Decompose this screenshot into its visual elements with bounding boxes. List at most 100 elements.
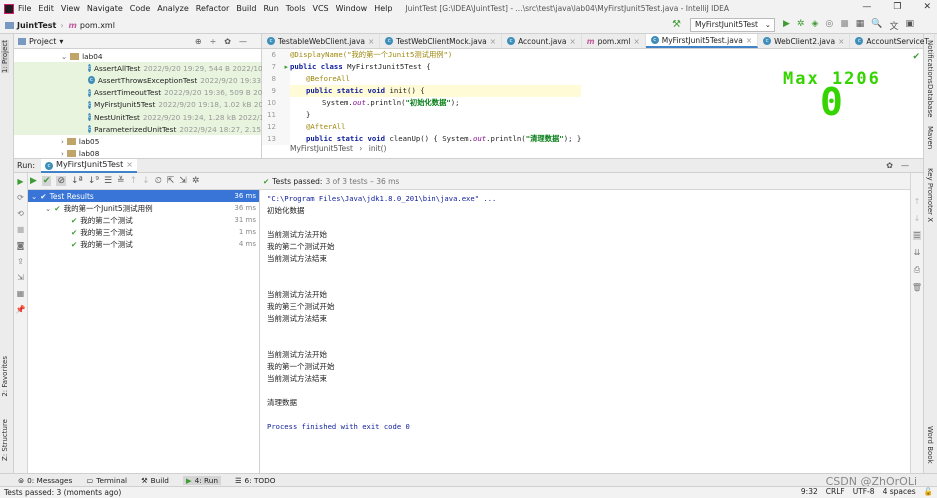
close-icon[interactable]: ✕ xyxy=(923,2,931,12)
sort-alpha-icon[interactable]: ↓ª xyxy=(71,176,83,186)
chevron-down-icon[interactable]: ⌄ xyxy=(31,192,37,201)
tool-tab-project[interactable]: 1: Project xyxy=(1,40,9,73)
inspection-ok-icon[interactable]: ✔ xyxy=(912,52,920,62)
lock-icon[interactable]: 🔓 xyxy=(924,487,933,496)
tool-tab-key-promoter[interactable]: Key Promoter X xyxy=(926,168,934,222)
chevron-right-icon[interactable]: › xyxy=(61,149,64,158)
run-configuration-select[interactable]: MyFirstJunit5Test ⌄ xyxy=(690,18,775,32)
close-icon[interactable]: × xyxy=(633,37,639,46)
tree-file-assertall[interactable]: c AssertAllTest 2022/9/20 19:29, 544 B 2… xyxy=(14,62,263,75)
coverage-icon[interactable]: ◈ xyxy=(811,19,818,32)
project-panel-actions[interactable]: ⊕÷✿— xyxy=(195,37,255,46)
test-result-suite[interactable]: ⌄ ✔ 我的第一个Junit5测试用例 36 ms xyxy=(28,202,259,214)
close-icon[interactable]: × xyxy=(838,37,844,46)
test-result-item[interactable]: ✔ 我的第三个测试 1 ms xyxy=(28,226,259,238)
breadcrumb-file[interactable]: m pom.xml xyxy=(69,21,115,30)
test-result-item[interactable]: ✔ 我的第二个测试 31 ms xyxy=(28,214,259,226)
soft-wrap-icon[interactable]: ☰ xyxy=(913,231,921,240)
run-panel-actions[interactable]: ✿— xyxy=(886,161,917,170)
stop-icon[interactable]: ■ xyxy=(840,19,849,32)
tree-file-nestunit[interactable]: c NestUnitTest 2022/9/20 19:24, 1.28 kB … xyxy=(14,110,304,124)
tree-folder-lab04[interactable]: ⌄ lab04 xyxy=(14,50,261,62)
menu-vcs[interactable]: VCS xyxy=(313,4,329,13)
export-icon[interactable]: ⇪ xyxy=(17,257,24,266)
tab-accountservicet[interactable]: c AccountServiceT xyxy=(850,34,935,48)
restore-icon[interactable]: ❐ xyxy=(893,2,901,12)
line-separator[interactable]: CRLF xyxy=(826,487,845,496)
tree-file-parameterized[interactable]: c ParameterizedUnitTest 2022/9/24 18:27,… xyxy=(14,123,261,136)
project-view-select[interactable]: Project xyxy=(29,37,56,46)
chevron-right-icon[interactable]: › xyxy=(61,137,64,146)
tab-testwebclientmock[interactable]: c TestWebClientMock.java × xyxy=(380,34,503,48)
search-everywhere-icon[interactable]: 🔍 xyxy=(871,19,882,32)
tool-tab-maven[interactable]: Maven xyxy=(926,126,934,149)
caret-position[interactable]: 9:32 xyxy=(801,487,818,496)
menu-edit[interactable]: Edit xyxy=(38,4,54,13)
show-ignored-icon[interactable]: ⊘ xyxy=(56,176,67,186)
next-test-icon[interactable]: ↓ xyxy=(142,176,150,186)
arrow-down-icon[interactable]: ↓ xyxy=(914,214,921,223)
test-result-root[interactable]: ⌄ ✔ Test Results 36 ms xyxy=(28,190,259,202)
settings-icon[interactable]: ✲ xyxy=(192,176,200,186)
expand-all-icon[interactable]: ☰ xyxy=(104,176,112,186)
tool-tab-word-book[interactable]: Word Book xyxy=(926,426,934,464)
toggle-autotest-icon[interactable]: ⟲ xyxy=(17,209,24,218)
stop-icon[interactable]: ■ xyxy=(17,225,25,234)
screenshot-icon[interactable]: ◙ xyxy=(17,241,25,250)
tool-tab-messages[interactable]: ⊜ 0: Messages xyxy=(18,476,72,485)
close-icon[interactable]: × xyxy=(746,36,752,45)
status-message[interactable]: Tests passed: 3 (moments ago) xyxy=(4,488,121,497)
minimize-icon[interactable]: — xyxy=(862,2,871,12)
indent-setting[interactable]: 4 spaces xyxy=(883,487,916,496)
show-passed-icon[interactable]: ✔ xyxy=(41,176,52,186)
menu-help[interactable]: Help xyxy=(374,4,392,13)
tab-account[interactable]: c Account.java × xyxy=(502,34,582,48)
tool-tab-database[interactable]: Database xyxy=(926,84,934,117)
tree-folder-lab05[interactable]: › lab05 xyxy=(14,135,261,147)
trash-icon[interactable]: 🗑 xyxy=(912,283,922,292)
close-icon[interactable]: × xyxy=(490,37,496,46)
tool-tab-run[interactable]: ▶ 4: Run xyxy=(182,475,221,485)
import-results-icon[interactable]: ⇲ xyxy=(179,176,187,186)
test-result-item[interactable]: ✔ 我的第一个测试 4 ms xyxy=(28,238,259,250)
close-icon[interactable]: × xyxy=(368,37,374,46)
run-tab-myfirstjunit5test[interactable]: c MyFirstJunit5Test × xyxy=(41,158,137,173)
previous-test-icon[interactable]: ↑ xyxy=(130,176,138,186)
menu-refactor[interactable]: Refactor xyxy=(196,4,230,13)
tab-testablewebclient[interactable]: c TestableWebClient.java × xyxy=(262,34,381,48)
menu-build[interactable]: Build xyxy=(236,4,256,13)
breadcrumb-project[interactable]: JuintTest xyxy=(5,21,56,30)
tool-tab-build[interactable]: ⚒ Build xyxy=(141,476,169,485)
tree-file-myfirstjunit5[interactable]: c MyFirstJunit5Test 2022/9/20 19:18, 1.0… xyxy=(14,98,263,111)
tab-myfirstjunit5test[interactable]: c MyFirstJunit5Test.java × xyxy=(645,34,759,48)
tree-file-asserttimeout[interactable]: c AssertTimeoutTest 2022/9/20 19:36, 509… xyxy=(14,86,262,99)
breadcrumb-class[interactable]: MyFirstJunit5Test xyxy=(290,144,353,153)
run-icon[interactable]: ▶ xyxy=(783,19,790,32)
chevron-down-icon[interactable]: ⌄ xyxy=(61,52,67,61)
debug-icon[interactable]: ✲ xyxy=(797,19,805,32)
tab-pom[interactable]: m pom.xml × xyxy=(582,34,646,48)
collapse-all-icon[interactable]: ≚ xyxy=(117,176,125,186)
tool-tab-structure[interactable]: Z: Structure xyxy=(1,419,9,461)
close-icon[interactable]: × xyxy=(126,160,133,169)
tree-file-assertthrows[interactable]: c AssertThrowsExceptionTest 2022/9/20 19… xyxy=(14,74,261,87)
build-hammer-icon[interactable]: ⚒ xyxy=(672,19,681,30)
import-icon[interactable]: ⇲ xyxy=(17,273,24,282)
menu-view[interactable]: View xyxy=(61,4,80,13)
rerun-icon[interactable]: ▶ xyxy=(17,177,23,186)
scroll-to-end-icon[interactable]: ⇊ xyxy=(914,248,921,257)
tool-tab-terminal[interactable]: ▭ Terminal xyxy=(86,476,127,485)
menu-code[interactable]: Code xyxy=(130,4,150,13)
translate-icon[interactable]: 文 xyxy=(890,19,899,32)
file-encoding[interactable]: UTF-8 xyxy=(853,487,875,496)
menu-tools[interactable]: Tools xyxy=(286,4,306,13)
run-icon[interactable]: ▶ xyxy=(30,176,37,186)
project-structure-icon[interactable]: ▦ xyxy=(856,19,865,32)
export-results-icon[interactable]: ⇱ xyxy=(167,176,175,186)
menu-file[interactable]: File xyxy=(18,4,31,13)
history-icon[interactable]: ⏲ xyxy=(155,176,162,186)
pin-icon[interactable]: 📌 xyxy=(16,305,26,314)
run-gutter-icon[interactable]: ▸ xyxy=(284,61,288,73)
close-icon[interactable]: × xyxy=(569,37,575,46)
menu-window[interactable]: Window xyxy=(336,4,368,13)
